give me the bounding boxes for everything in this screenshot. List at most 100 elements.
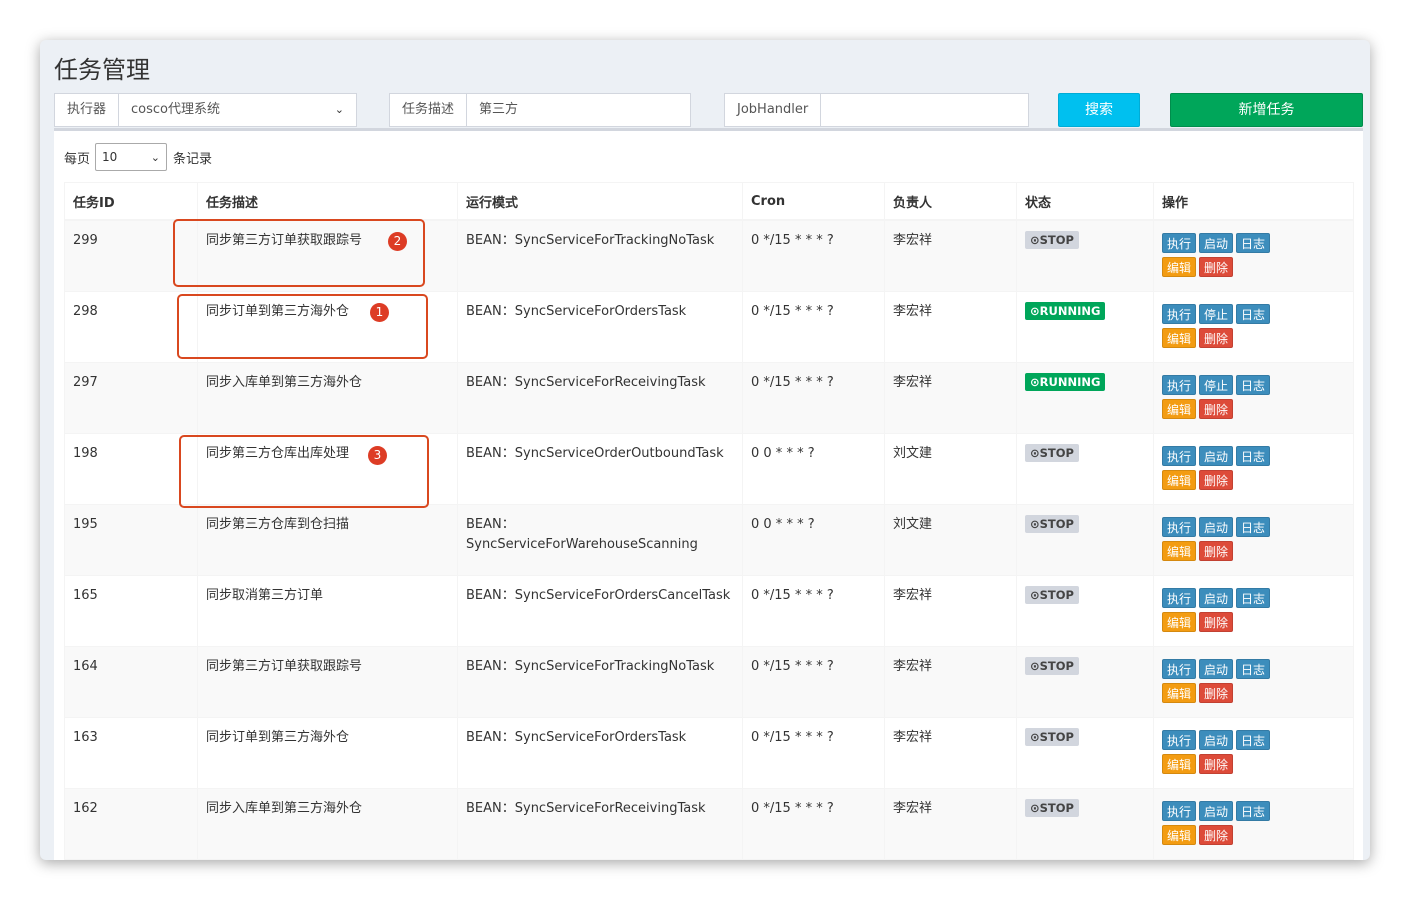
clock-icon: ⊙ (1030, 587, 1040, 602)
cell-owner: 李宏祥 (884, 361, 1017, 434)
stop-button[interactable]: 停止 (1199, 303, 1234, 324)
cell-mode: BEAN：SyncServiceForTrackingNoTask (457, 645, 743, 718)
length-prefix: 每页 (64, 151, 91, 167)
delete-button[interactable]: 删除 (1199, 611, 1234, 632)
log-button[interactable]: 日志 (1236, 233, 1271, 253)
log-button[interactable]: 日志 (1236, 445, 1271, 466)
header-mode[interactable]: 运行模式 (457, 182, 743, 221)
delete-button[interactable]: 删除 (1199, 257, 1234, 277)
edit-button[interactable]: 编辑 (1162, 753, 1197, 774)
search-button[interactable]: 搜索 (1058, 93, 1140, 127)
status-badge: ⊙STOP (1025, 656, 1079, 675)
action-group: 执行 停止 日志编辑 删除 (1162, 373, 1292, 421)
log-button[interactable]: 日志 (1236, 303, 1271, 324)
cell-status: ⊙RUNNING (1016, 290, 1154, 363)
cell-mode: BEAN：SyncServiceForReceivingTask (457, 361, 743, 434)
action-group: 执行 启动 日志编辑 删除 (1162, 444, 1292, 492)
cell-cron: 0 */15 * * * ? (742, 290, 885, 363)
status-badge: ⊙STOP (1025, 798, 1079, 817)
start-button[interactable]: 启动 (1199, 729, 1234, 750)
cell-mode: BEAN：SyncServiceForOrdersTask (457, 716, 743, 789)
delete-button[interactable]: 删除 (1199, 540, 1234, 561)
handler-label: JobHandler (724, 93, 822, 127)
action-group: 执行 启动 日志编辑 删除 (1162, 657, 1292, 705)
start-button[interactable]: 启动 (1199, 658, 1234, 679)
execute-button[interactable]: 执行 (1162, 800, 1197, 821)
add-task-button[interactable]: 新增任务 (1170, 93, 1363, 127)
executor-select[interactable]: cosco代理系统 ⌄ (119, 93, 358, 127)
cell-status: ⊙STOP (1016, 574, 1154, 647)
stop-button[interactable]: 停止 (1199, 374, 1234, 395)
execute-button[interactable]: 执行 (1162, 303, 1197, 324)
edit-button[interactable]: 编辑 (1162, 611, 1197, 632)
delete-button[interactable]: 删除 (1199, 753, 1234, 774)
edit-button[interactable]: 编辑 (1162, 540, 1197, 561)
cell-actions: 执行 停止 日志编辑 删除 (1153, 361, 1354, 434)
status-text: RUNNING (1039, 303, 1101, 318)
header-desc[interactable]: 任务描述 (197, 182, 458, 221)
execute-button[interactable]: 执行 (1162, 587, 1197, 608)
cell-owner: 李宏祥 (884, 574, 1017, 647)
cell-mode: BEAN：SyncServiceForOrdersTask (457, 290, 743, 363)
table-header-row: 任务ID 任务描述 运行模式 Cron 负责人 状态 操作 (64, 182, 1354, 221)
table-row: 162 同步入库单到第三方海外仓 BEAN：SyncServiceForReceiv… (64, 787, 1354, 860)
log-button[interactable]: 日志 (1236, 658, 1271, 679)
execute-button[interactable]: 执行 (1162, 729, 1197, 750)
page-length-control: 每页 10 ⌄ 条记录 (64, 143, 212, 171)
header-status[interactable]: 状态 (1016, 182, 1154, 221)
cell-owner: 李宏祥 (884, 290, 1017, 363)
delete-button[interactable]: 删除 (1199, 327, 1234, 348)
execute-button[interactable]: 执行 (1162, 516, 1197, 537)
cell-owner: 李宏祥 (884, 716, 1017, 789)
start-button[interactable]: 启动 (1199, 445, 1234, 466)
header-actions: 操作 (1153, 182, 1354, 221)
edit-button[interactable]: 编辑 (1162, 469, 1197, 490)
desc-input[interactable]: 第三方 (467, 93, 692, 127)
cell-mode: BEAN：SyncServiceForTrackingNoTask (457, 219, 743, 292)
log-button[interactable]: 日志 (1236, 516, 1271, 537)
cell-actions: 执行 停止 日志编辑 删除 (1153, 290, 1354, 363)
cell-owner: 李宏祥 (884, 645, 1017, 718)
cell-actions: 执行 启动 日志编辑 删除 (1153, 574, 1354, 647)
app-window: 任务管理 执行器 cosco代理系统 ⌄ 任务描述 第三方 JobHandler… (40, 40, 1370, 860)
cell-desc: 同步订单到第三方海外仓 (197, 716, 458, 789)
header-cron[interactable]: Cron (742, 182, 885, 221)
cell-id: 164 (64, 645, 198, 718)
page-length-select[interactable]: 10 ⌄ (95, 143, 168, 171)
edit-button[interactable]: 编辑 (1162, 824, 1197, 845)
start-button[interactable]: 启动 (1199, 233, 1234, 253)
annotation-number: 1 (370, 303, 389, 322)
execute-button[interactable]: 执行 (1162, 374, 1197, 395)
execute-button[interactable]: 执行 (1162, 658, 1197, 679)
cell-actions: 执行 启动 日志编辑 删除 (1153, 503, 1354, 576)
status-badge: ⊙RUNNING (1025, 372, 1106, 391)
header-owner[interactable]: 负责人 (884, 182, 1017, 221)
action-group: 执行 启动 日志编辑 删除 (1162, 586, 1292, 634)
edit-button[interactable]: 编辑 (1162, 327, 1197, 348)
execute-button[interactable]: 执行 (1162, 233, 1197, 253)
delete-button[interactable]: 删除 (1199, 824, 1234, 845)
log-button[interactable]: 日志 (1236, 729, 1271, 750)
delete-button[interactable]: 删除 (1199, 469, 1234, 490)
delete-button[interactable]: 删除 (1199, 682, 1234, 703)
start-button[interactable]: 启动 (1199, 800, 1234, 821)
start-button[interactable]: 启动 (1199, 516, 1234, 537)
cell-id: 165 (64, 574, 198, 647)
executor-label: 执行器 (54, 93, 120, 127)
edit-button[interactable]: 编辑 (1162, 682, 1197, 703)
edit-button[interactable]: 编辑 (1162, 398, 1197, 419)
log-button[interactable]: 日志 (1236, 587, 1271, 608)
log-button[interactable]: 日志 (1236, 374, 1271, 395)
handler-input[interactable] (821, 93, 1030, 127)
cell-status: ⊙STOP (1016, 716, 1154, 789)
cell-mode: BEAN：SyncServiceOrderOutboundTask (457, 432, 743, 505)
edit-button[interactable]: 编辑 (1162, 257, 1197, 277)
clock-icon: ⊙ (1030, 800, 1040, 815)
delete-button[interactable]: 删除 (1199, 398, 1234, 419)
start-button[interactable]: 启动 (1199, 587, 1234, 608)
header-id[interactable]: 任务ID (64, 182, 198, 221)
cell-status: ⊙STOP (1016, 219, 1154, 292)
execute-button[interactable]: 执行 (1162, 445, 1197, 466)
log-button[interactable]: 日志 (1236, 800, 1271, 821)
status-text: STOP (1039, 587, 1074, 602)
